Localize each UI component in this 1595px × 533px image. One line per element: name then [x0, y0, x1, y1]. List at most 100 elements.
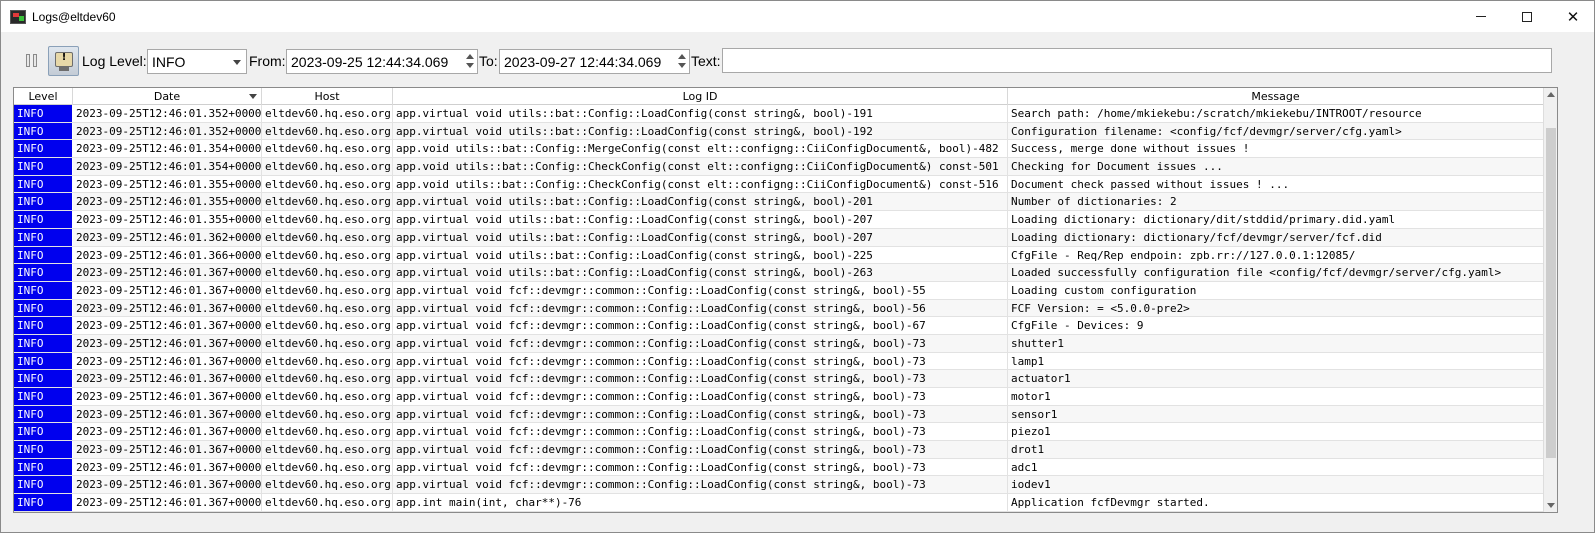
table-row[interactable]: INFO2023-09-25T12:46:01.362+0000eltdev60…: [14, 229, 1544, 247]
level-cell: INFO: [14, 476, 73, 493]
column-header-level[interactable]: Level: [14, 88, 73, 105]
table-row[interactable]: INFO2023-09-25T12:46:01.367+0000eltdev60…: [14, 317, 1544, 335]
column-header-host[interactable]: Host: [262, 88, 393, 105]
scrollbar-thumb[interactable]: [1546, 128, 1556, 458]
pause-icon: [26, 54, 30, 67]
level-cell: INFO: [14, 264, 73, 281]
to-label: To:: [479, 53, 498, 69]
host-cell: eltdev60.hq.eso.org: [262, 123, 393, 140]
from-datetime-input[interactable]: 2023-09-25 12:44:34.069: [286, 49, 478, 74]
table-row[interactable]: INFO2023-09-25T12:46:01.367+0000eltdev60…: [14, 388, 1544, 406]
to-datetime-input[interactable]: 2023-09-27 12:44:34.069: [499, 49, 690, 74]
date-cell: 2023-09-25T12:46:01.362+0000: [73, 229, 262, 246]
table-row[interactable]: INFO2023-09-25T12:46:01.367+0000eltdev60…: [14, 282, 1544, 300]
host-cell: eltdev60.hq.eso.org: [262, 317, 393, 334]
table-row[interactable]: INFO2023-09-25T12:46:01.367+0000eltdev60…: [14, 264, 1544, 282]
table-row[interactable]: INFO2023-09-25T12:46:01.367+0000eltdev60…: [14, 406, 1544, 424]
message-cell: adc1: [1008, 459, 1544, 476]
column-header-message[interactable]: Message: [1008, 88, 1544, 105]
log-id-cell: app.int main(int, char**)-76: [393, 494, 1008, 511]
host-cell: eltdev60.hq.eso.org: [262, 476, 393, 493]
message-cell: lamp1: [1008, 353, 1544, 370]
pause-button[interactable]: [25, 54, 39, 68]
message-cell: FCF Version: = <5.0.0-pre2>: [1008, 300, 1544, 317]
message-cell: Configuration filename: <config/fcf/devm…: [1008, 123, 1544, 140]
table-row[interactable]: INFO2023-09-25T12:46:01.367+0000eltdev60…: [14, 335, 1544, 353]
table-row[interactable]: INFO2023-09-25T12:46:01.354+0000eltdev60…: [14, 158, 1544, 176]
log-level-select[interactable]: INFO: [147, 49, 247, 74]
message-cell: shutter1: [1008, 335, 1544, 352]
log-id-cell: app.virtual void fcf::devmgr::common::Co…: [393, 441, 1008, 458]
level-cell: INFO: [14, 123, 73, 140]
host-cell: eltdev60.hq.eso.org: [262, 459, 393, 476]
text-filter-input[interactable]: [722, 48, 1552, 73]
title-bar: Logs@eltdev60 ✕: [1, 1, 1594, 32]
log-id-cell: app.virtual void fcf::devmgr::common::Co…: [393, 335, 1008, 352]
from-spinner[interactable]: [464, 51, 476, 72]
table-row[interactable]: INFO2023-09-25T12:46:01.355+0000eltdev60…: [14, 211, 1544, 229]
date-cell: 2023-09-25T12:46:01.367+0000: [73, 459, 262, 476]
table-row[interactable]: INFO2023-09-25T12:46:01.354+0000eltdev60…: [14, 140, 1544, 158]
column-header-log-id[interactable]: Log ID: [393, 88, 1008, 105]
table-row[interactable]: INFO2023-09-25T12:46:01.366+0000eltdev60…: [14, 247, 1544, 265]
level-cell: INFO: [14, 300, 73, 317]
minimize-button[interactable]: [1458, 1, 1504, 32]
scroll-down-icon[interactable]: [1544, 498, 1558, 512]
table-row[interactable]: INFO2023-09-25T12:46:01.367+0000eltdev60…: [14, 300, 1544, 318]
table-row[interactable]: INFO2023-09-25T12:46:01.352+0000eltdev60…: [14, 123, 1544, 141]
host-cell: eltdev60.hq.eso.org: [262, 140, 393, 157]
date-cell: 2023-09-25T12:46:01.355+0000: [73, 211, 262, 228]
host-cell: eltdev60.hq.eso.org: [262, 282, 393, 299]
table-row[interactable]: INFO2023-09-25T12:46:01.367+0000eltdev60…: [14, 423, 1544, 441]
message-cell: sensor1: [1008, 406, 1544, 423]
log-id-cell: app.void utils::bat::Config::MergeConfig…: [393, 140, 1008, 157]
log-id-cell: app.virtual void fcf::devmgr::common::Co…: [393, 282, 1008, 299]
table-row[interactable]: INFO2023-09-25T12:46:01.367+0000eltdev60…: [14, 353, 1544, 371]
column-header-date[interactable]: Date: [73, 88, 262, 105]
level-cell: INFO: [14, 388, 73, 405]
message-cell: motor1: [1008, 388, 1544, 405]
level-cell: INFO: [14, 140, 73, 157]
to-spinner[interactable]: [676, 51, 688, 72]
spin-down-icon[interactable]: [676, 61, 688, 71]
message-cell: CfgFile - Req/Rep endpoin: zpb.rr://127.…: [1008, 247, 1544, 264]
level-cell: INFO: [14, 247, 73, 264]
log-monitor-button[interactable]: [48, 46, 79, 76]
log-level-value: INFO: [152, 54, 185, 70]
scroll-up-icon[interactable]: [1544, 88, 1558, 102]
table-row[interactable]: INFO2023-09-25T12:46:01.367+0000eltdev60…: [14, 441, 1544, 459]
host-cell: eltdev60.hq.eso.org: [262, 388, 393, 405]
message-cell: Document check passed without issues ! .…: [1008, 176, 1544, 193]
message-cell: Checking for Document issues ...: [1008, 158, 1544, 175]
message-cell: Application fcfDevmgr started.: [1008, 494, 1544, 511]
table-row[interactable]: INFO2023-09-25T12:46:01.352+0000eltdev60…: [14, 105, 1544, 123]
message-cell: Loading dictionary: dictionary/dit/stddi…: [1008, 211, 1544, 228]
message-cell: Loaded successfully configuration file <…: [1008, 264, 1544, 281]
table-row[interactable]: INFO2023-09-25T12:46:01.355+0000eltdev60…: [14, 193, 1544, 211]
chevron-down-icon: [233, 60, 241, 65]
close-icon: ✕: [1567, 8, 1580, 26]
spin-up-icon[interactable]: [676, 51, 688, 61]
date-cell: 2023-09-25T12:46:01.366+0000: [73, 247, 262, 264]
table-row[interactable]: INFO2023-09-25T12:46:01.367+0000eltdev60…: [14, 459, 1544, 477]
date-cell: 2023-09-25T12:46:01.367+0000: [73, 300, 262, 317]
spin-down-icon[interactable]: [464, 61, 476, 71]
level-cell: INFO: [14, 370, 73, 387]
host-cell: eltdev60.hq.eso.org: [262, 494, 393, 511]
table-row[interactable]: INFO2023-09-25T12:46:01.367+0000eltdev60…: [14, 476, 1544, 494]
date-cell: 2023-09-25T12:46:01.354+0000: [73, 158, 262, 175]
maximize-button[interactable]: [1504, 1, 1550, 32]
table-row[interactable]: INFO2023-09-25T12:46:01.367+0000eltdev60…: [14, 370, 1544, 388]
close-button[interactable]: ✕: [1550, 1, 1595, 32]
table-row[interactable]: INFO2023-09-25T12:46:01.355+0000eltdev60…: [14, 176, 1544, 194]
to-datetime-value: 2023-09-27 12:44:34.069: [504, 54, 661, 70]
host-cell: eltdev60.hq.eso.org: [262, 193, 393, 210]
from-label: From:: [249, 53, 286, 69]
date-cell: 2023-09-25T12:46:01.367+0000: [73, 370, 262, 387]
log-id-cell: app.virtual void fcf::devmgr::common::Co…: [393, 300, 1008, 317]
spin-up-icon[interactable]: [464, 51, 476, 61]
vertical-scrollbar[interactable]: [1543, 88, 1557, 512]
table-row[interactable]: INFO2023-09-25T12:46:01.367+0000eltdev60…: [14, 494, 1544, 512]
message-cell: iodev1: [1008, 476, 1544, 493]
log-id-cell: app.virtual void utils::bat::Config::Loa…: [393, 123, 1008, 140]
